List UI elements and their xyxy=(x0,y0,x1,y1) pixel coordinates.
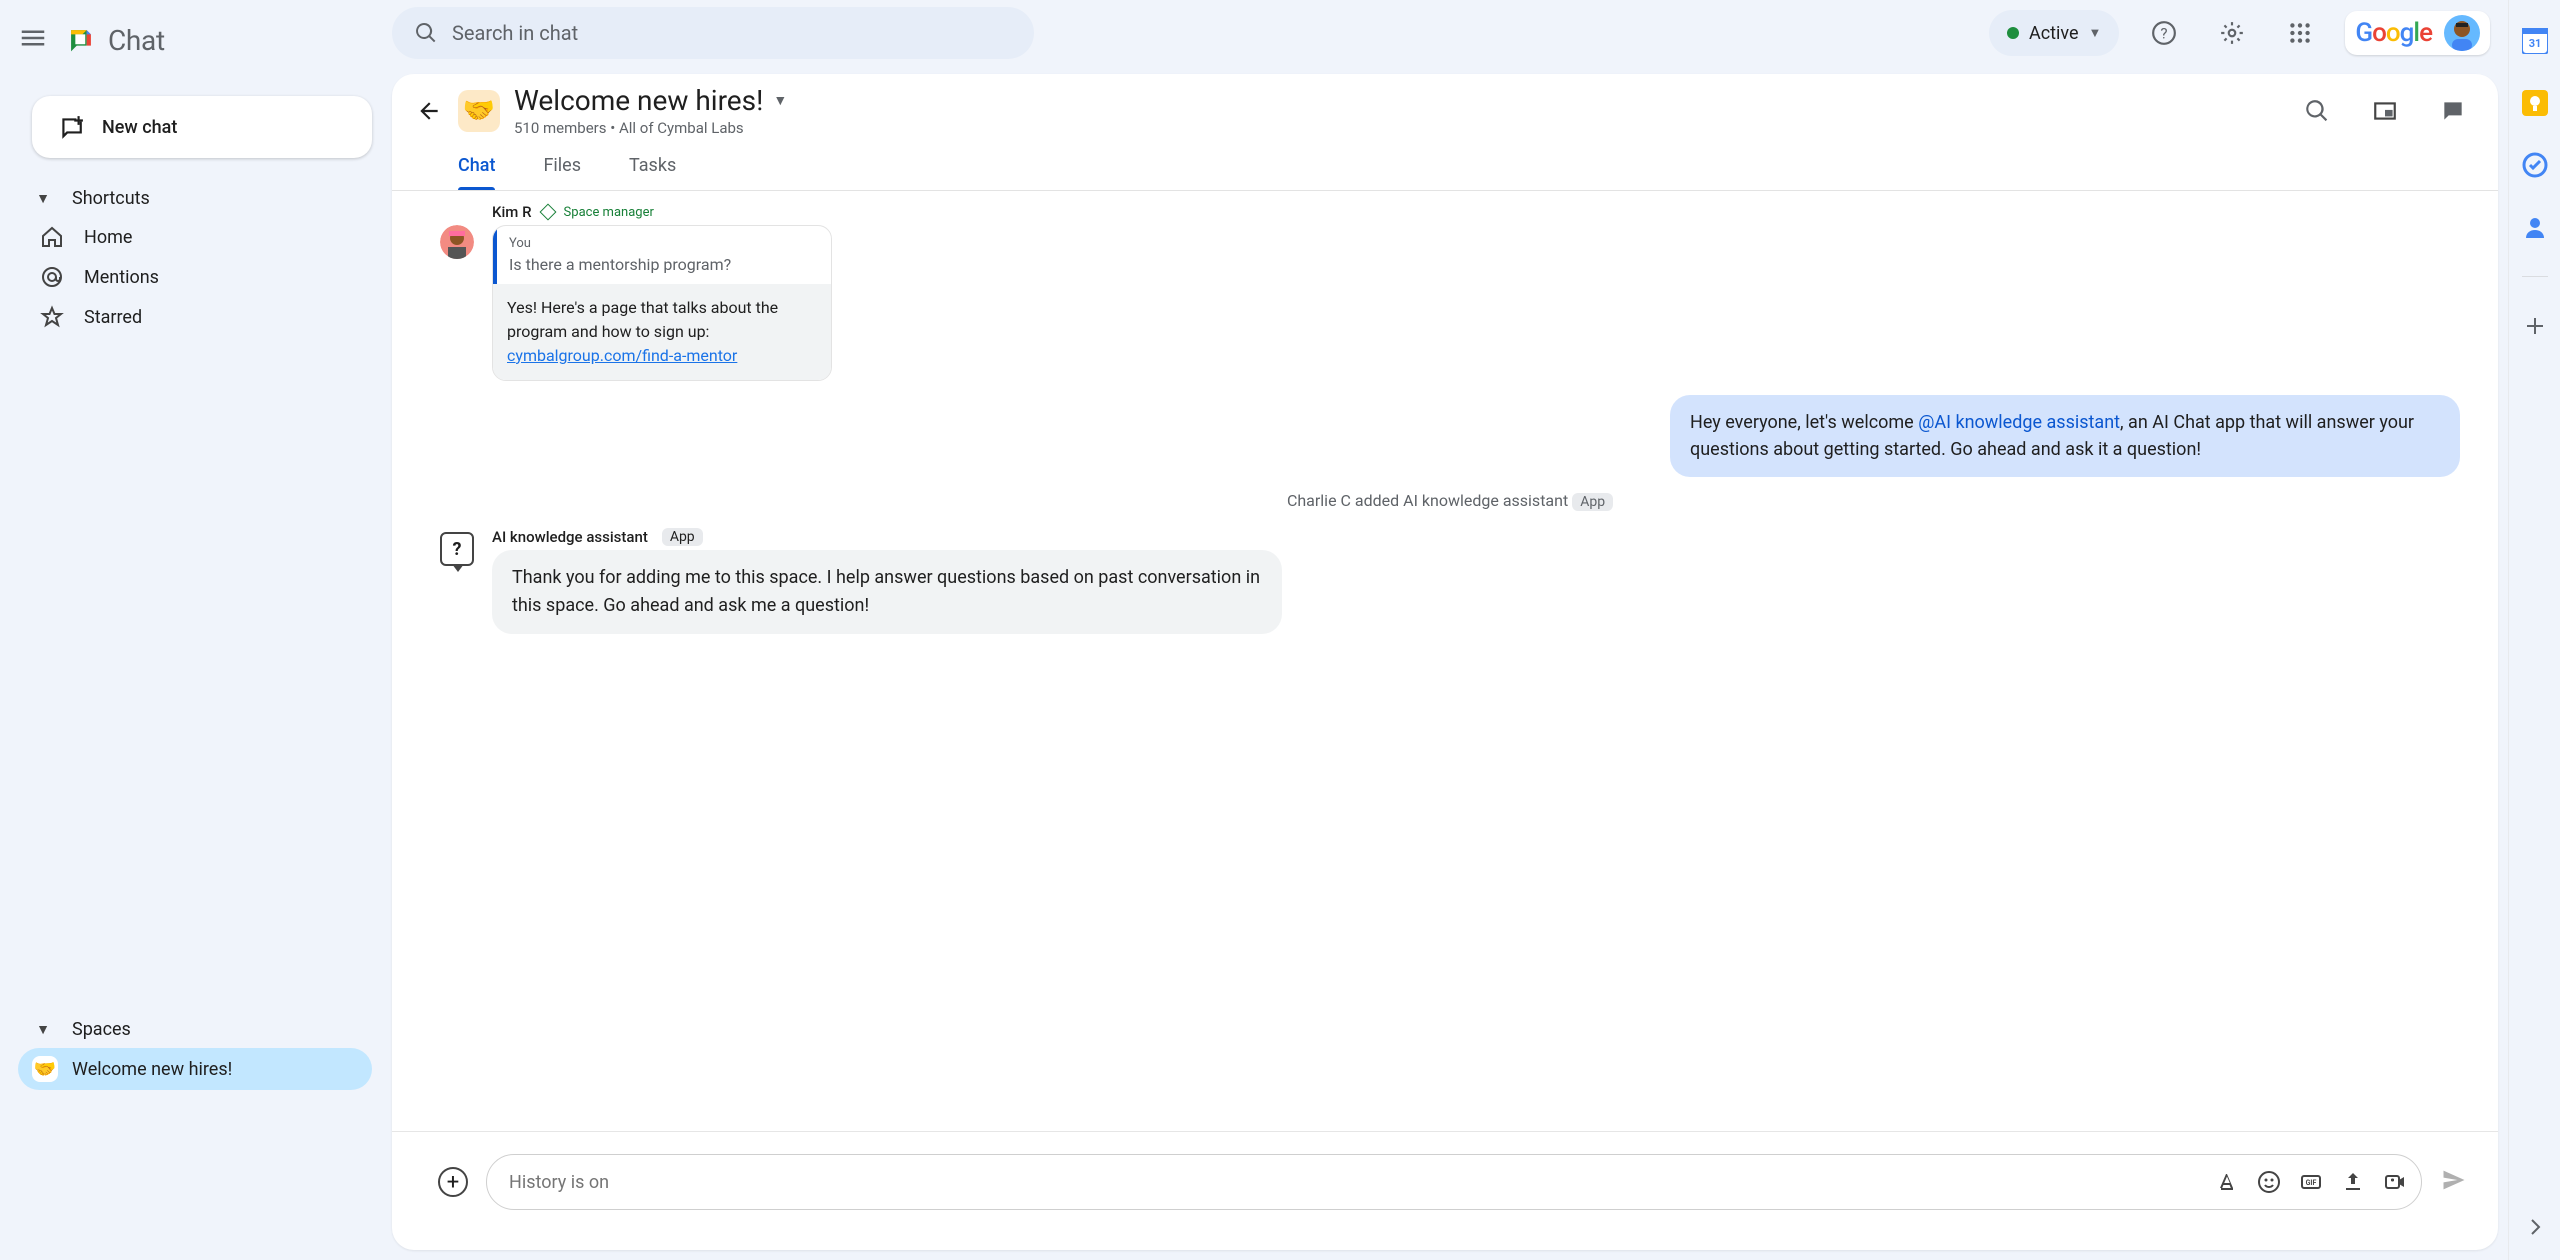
side-panel-rail: 31 xyxy=(2508,0,2560,1260)
conversation-tabs: Chat Files Tasks xyxy=(392,137,2498,191)
google-account[interactable]: Google xyxy=(2345,11,2490,55)
messages-area: Kim R Space manager You Is there a mento… xyxy=(392,191,2498,1131)
chat-logo: Chat xyxy=(64,23,165,57)
format-text-icon[interactable] xyxy=(2215,1170,2239,1194)
tab-chat[interactable]: Chat xyxy=(454,147,499,190)
space-emoji: 🤝 xyxy=(32,1056,58,1082)
video-meeting-icon[interactable] xyxy=(2383,1170,2407,1194)
status-selector[interactable]: Active ▼ xyxy=(1989,10,2119,56)
svg-text:GIF: GIF xyxy=(2306,1179,2317,1187)
svg-text:31: 31 xyxy=(2528,37,2541,50)
sender-avatar[interactable] xyxy=(440,225,474,259)
app-chip: App xyxy=(1572,493,1613,511)
tab-files[interactable]: Files xyxy=(539,147,585,190)
add-attachment-button[interactable]: + xyxy=(438,1167,468,1197)
upload-icon[interactable] xyxy=(2341,1170,2365,1194)
tasks-app-icon[interactable] xyxy=(2522,152,2548,178)
main-menu-icon[interactable] xyxy=(18,23,48,57)
shortcut-home[interactable]: Home xyxy=(18,217,372,257)
shortcuts-header[interactable]: ▼ Shortcuts xyxy=(18,180,372,217)
new-chat-button[interactable]: New chat xyxy=(32,96,372,158)
spaces-header[interactable]: ▼ Spaces xyxy=(18,1011,372,1048)
back-arrow-icon[interactable] xyxy=(414,96,444,126)
top-header: Search in chat Active ▼ ? Google xyxy=(390,0,2508,66)
quoted-reply-card[interactable]: You Is there a mentorship program? Yes! … xyxy=(492,225,832,381)
keep-app-icon[interactable] xyxy=(2522,90,2548,116)
message-kim: Kim R Space manager You Is there a mento… xyxy=(440,203,2460,381)
ai-app-avatar-icon[interactable]: ? xyxy=(440,532,474,566)
svg-text:?: ? xyxy=(2161,24,2168,42)
message-ai-assistant: ? AI knowledge assistant App Thank you f… xyxy=(440,528,2460,634)
message-own: Hey everyone, let's welcome @AI knowledg… xyxy=(440,395,2460,477)
contacts-app-icon[interactable] xyxy=(2522,214,2548,240)
add-addon-icon[interactable] xyxy=(2522,313,2548,339)
send-button[interactable] xyxy=(2440,1166,2468,1198)
chat-panel-icon[interactable] xyxy=(2430,88,2476,134)
sender-name: Kim R xyxy=(492,203,532,221)
space-item-welcome-new-hires[interactable]: 🤝 Welcome new hires! xyxy=(18,1048,372,1090)
chevron-down-icon: ▼ xyxy=(773,92,787,109)
collapse-side-panel-icon[interactable] xyxy=(2522,1214,2548,1240)
space-manager-badge-icon xyxy=(539,204,556,221)
mention-ai-assistant[interactable]: @AI knowledge assistant xyxy=(1918,412,2120,433)
sender-role: Space manager xyxy=(564,205,654,220)
mentor-link[interactable]: cymbalgroup.com/find-a-mentor xyxy=(507,346,737,365)
emoji-icon[interactable] xyxy=(2257,1170,2281,1194)
conversation-title-button[interactable]: Welcome new hires! ▼ xyxy=(514,84,787,117)
search-input[interactable]: Search in chat xyxy=(392,7,1034,59)
shortcut-starred[interactable]: Starred xyxy=(18,297,372,337)
search-icon xyxy=(414,21,438,45)
chevron-down-icon: ▼ xyxy=(2089,25,2102,41)
gif-icon[interactable]: GIF xyxy=(2299,1170,2323,1194)
tab-tasks[interactable]: Tasks xyxy=(625,147,680,190)
shortcut-mentions[interactable]: Mentions xyxy=(18,257,372,297)
message-input[interactable] xyxy=(509,1172,2215,1193)
reply-body: Yes! Here's a page that talks about the … xyxy=(493,284,831,380)
user-avatar[interactable] xyxy=(2444,15,2480,51)
conversation-avatar: 🤝 xyxy=(458,90,500,132)
apps-grid-icon[interactable] xyxy=(2277,10,2323,56)
conversation-card: 🤝 Welcome new hires! ▼ 510 members • All… xyxy=(392,74,2498,1250)
status-dot-icon xyxy=(2007,27,2019,39)
conv-search-icon[interactable] xyxy=(2294,88,2340,134)
system-event: Charlie C added AI knowledge assistantAp… xyxy=(440,491,2460,510)
message-composer[interactable]: GIF xyxy=(486,1154,2422,1210)
composer-area: + GIF xyxy=(392,1131,2498,1250)
picture-in-picture-icon[interactable] xyxy=(2362,88,2408,134)
ai-message-body[interactable]: Thank you for adding me to this space. I… xyxy=(492,550,1282,634)
app-chip: App xyxy=(662,528,703,546)
settings-icon[interactable] xyxy=(2209,10,2255,56)
google-logo: Google xyxy=(2355,18,2432,48)
help-icon[interactable]: ? xyxy=(2141,10,2187,56)
calendar-app-icon[interactable]: 31 xyxy=(2522,28,2548,54)
caret-down-icon: ▼ xyxy=(32,1021,54,1038)
left-sidebar: Chat New chat ▼ Shortcuts Home Mentions … xyxy=(0,0,390,1260)
conversation-subtitle: 510 members • All of Cymbal Labs xyxy=(514,119,787,137)
caret-down-icon: ▼ xyxy=(32,190,54,207)
brand-title: Chat xyxy=(108,24,165,57)
